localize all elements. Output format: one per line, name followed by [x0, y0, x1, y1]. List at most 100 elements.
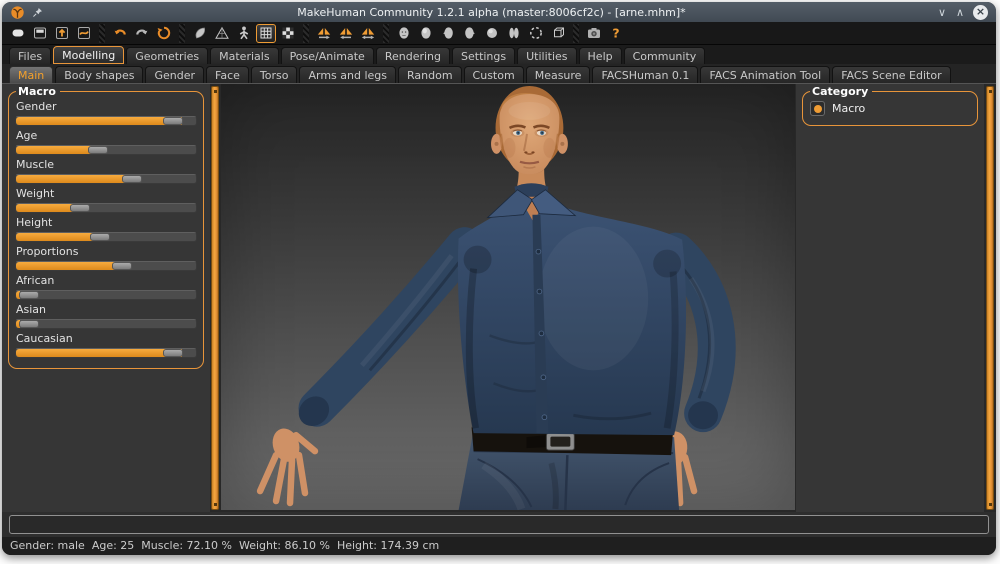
slider-handle[interactable] — [112, 262, 132, 270]
skeleton-icon[interactable] — [234, 24, 254, 43]
head — [491, 85, 568, 175]
toolbar-group — [6, 24, 96, 43]
slider-label-height: Height — [16, 216, 53, 229]
reset-icon[interactable] — [154, 24, 174, 43]
slider-handle[interactable] — [70, 204, 91, 212]
view-top-icon[interactable] — [416, 24, 436, 43]
category-options: Macro — [809, 99, 971, 118]
slider-handle[interactable] — [19, 320, 40, 328]
subtab-gender[interactable]: Gender — [145, 66, 205, 83]
pin-icon[interactable] — [31, 6, 44, 19]
export-icon[interactable] — [74, 24, 94, 43]
category-option-macro[interactable]: Macro — [809, 99, 971, 118]
view-perspective-icon[interactable] — [548, 24, 568, 43]
help-icon[interactable]: ? — [606, 24, 626, 43]
view-side-left-icon[interactable] — [438, 24, 458, 43]
slider-proportions[interactable] — [15, 261, 197, 271]
subtab-facshuman-0-1[interactable]: FACSHuman 0.1 — [592, 66, 699, 83]
window-title: MakeHuman Community 1.2.1 alpha (master:… — [297, 5, 686, 19]
slider-handle[interactable] — [88, 146, 108, 154]
right-panel: Category Macro — [796, 84, 984, 512]
slider-age[interactable] — [15, 145, 197, 155]
slider-row: Caucasian — [15, 332, 197, 358]
view-side-right-icon[interactable] — [460, 24, 480, 43]
toolbar-separator — [303, 23, 309, 43]
subtab-main[interactable]: Main — [9, 66, 54, 83]
subtab-measure[interactable]: Measure — [525, 66, 591, 83]
slider-weight[interactable] — [15, 203, 197, 213]
symmetry-left-icon[interactable] — [336, 24, 356, 43]
right-panel-scrollbar[interactable] — [986, 86, 994, 510]
tab-materials[interactable]: Materials — [210, 47, 279, 64]
background-icon[interactable] — [278, 24, 298, 43]
subtab-torso[interactable]: Torso — [250, 66, 298, 83]
toolbar-separator — [179, 23, 185, 43]
main-tab-bar: Files Modelling Geometries Materials Pose/An… — [2, 45, 996, 64]
toolbar: ? — [2, 22, 996, 45]
slider-height[interactable] — [15, 232, 197, 242]
tab-geometries[interactable]: Geometries — [126, 47, 209, 64]
slider-muscle[interactable] — [15, 174, 197, 184]
minimize-button[interactable]: ∨ — [933, 6, 951, 19]
slider-row: Age — [15, 129, 197, 155]
grab-screen-icon[interactable] — [584, 24, 604, 43]
slider-handle[interactable] — [163, 117, 184, 125]
left-panel-scrollbar[interactable] — [211, 86, 219, 510]
slider-handle[interactable] — [121, 175, 142, 183]
smooth-icon[interactable] — [190, 24, 210, 43]
undo-icon[interactable] — [110, 24, 130, 43]
tab-community[interactable]: Community — [623, 47, 706, 64]
view-feet-icon[interactable] — [504, 24, 524, 43]
slider-gender[interactable] — [15, 116, 197, 126]
slider-row: Muscle — [15, 158, 197, 184]
save-icon[interactable] — [52, 24, 72, 43]
slider-label-proportions: Proportions — [16, 245, 79, 258]
tab-utilities[interactable]: Utilities — [517, 47, 577, 64]
tab-help[interactable]: Help — [578, 47, 622, 64]
subtab-arms-and-legs[interactable]: Arms and legs — [299, 66, 396, 83]
view-orbit-icon[interactable] — [526, 24, 546, 43]
slider-row: Weight — [15, 187, 197, 213]
subtab-custom[interactable]: Custom — [463, 66, 524, 83]
grid-icon[interactable] — [256, 23, 276, 43]
slider-caucasian[interactable] — [15, 348, 197, 358]
tab-pose-animate[interactable]: Pose/Animate — [280, 47, 374, 64]
viewport-3d[interactable] — [221, 84, 795, 510]
redo-icon[interactable] — [132, 24, 152, 43]
slider-label-age: Age — [16, 129, 38, 142]
slider-handle[interactable] — [89, 233, 110, 241]
titlebar[interactable]: MakeHuman Community 1.2.1 alpha (master:… — [2, 2, 996, 22]
slider-fill — [16, 175, 135, 183]
subtab-facs-scene-editor[interactable]: FACS Scene Editor — [832, 66, 951, 83]
subtab-body-shapes[interactable]: Body shapes — [55, 66, 144, 83]
new-icon[interactable] — [8, 24, 28, 43]
subtab-random[interactable]: Random — [398, 66, 462, 83]
symmetry-both-icon[interactable] — [358, 24, 378, 43]
slider-row: African — [15, 274, 197, 300]
load-icon[interactable] — [30, 24, 50, 43]
symmetry-right-icon[interactable] — [314, 24, 334, 43]
tab-rendering[interactable]: Rendering — [375, 47, 450, 64]
slider-handle[interactable] — [19, 291, 40, 299]
tab-settings[interactable]: Settings — [452, 47, 516, 64]
left-hand — [256, 428, 319, 507]
maximize-button[interactable]: ∧ — [951, 6, 969, 19]
close-button[interactable]: × — [973, 4, 988, 20]
wireframe-icon[interactable] — [212, 24, 232, 43]
slider-asian[interactable] — [15, 319, 197, 329]
human-model[interactable] — [221, 84, 795, 510]
tab-files[interactable]: Files — [9, 47, 52, 64]
subtab-face[interactable]: Face — [206, 66, 249, 83]
view-back-icon[interactable] — [482, 24, 502, 43]
slider-label-asian: Asian — [16, 303, 47, 316]
slider-handle[interactable] — [163, 349, 184, 357]
subtab-facs-animation-tool[interactable]: FACS Animation Tool — [700, 66, 831, 83]
status-bar: Gender: male Age: 25 Muscle: 72.10 % Wei… — [2, 537, 996, 555]
radio-button[interactable] — [810, 101, 825, 116]
slider-row: Height — [15, 216, 197, 242]
toolbar-group — [108, 24, 176, 43]
slider-label-caucasian: Caucasian — [16, 332, 73, 345]
slider-african[interactable] — [15, 290, 197, 300]
view-front-icon[interactable] — [394, 24, 414, 43]
tab-modelling[interactable]: Modelling — [53, 46, 125, 64]
